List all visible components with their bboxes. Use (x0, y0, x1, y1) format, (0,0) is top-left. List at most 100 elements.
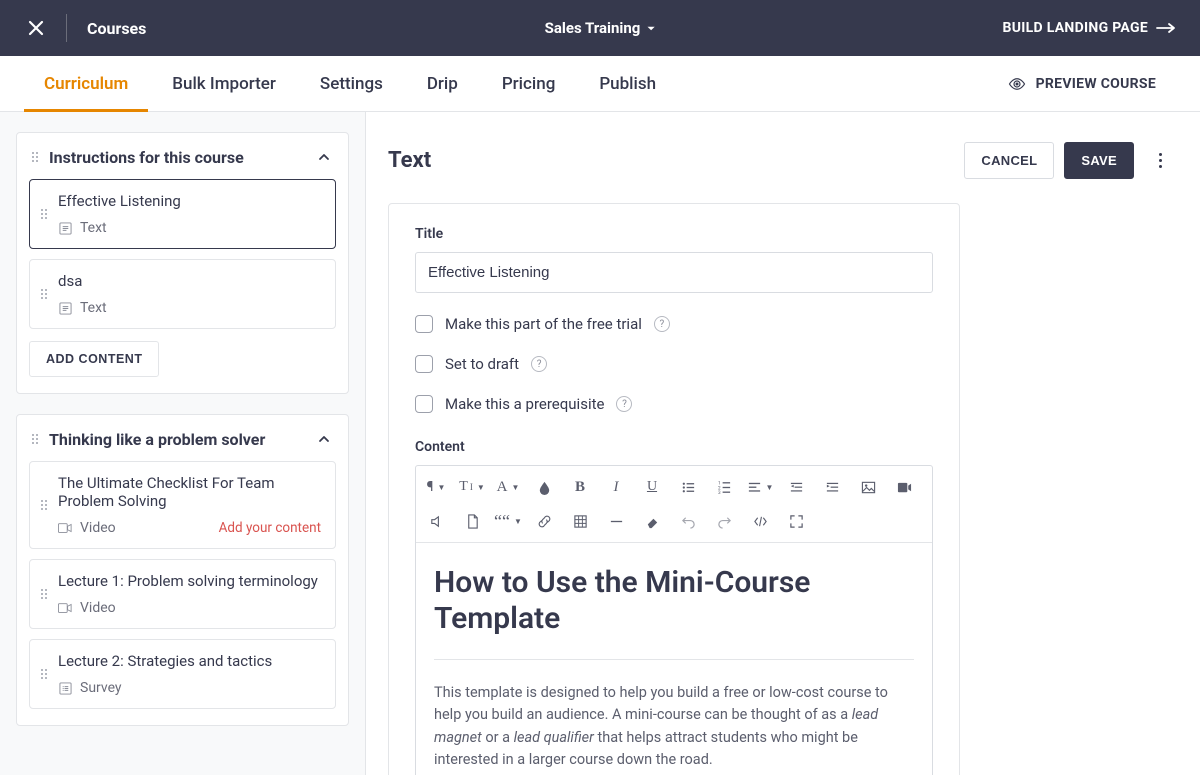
chapter-title: Instructions for this course (49, 148, 304, 167)
lesson-title: dsa (58, 272, 321, 290)
drag-handle-icon[interactable] (40, 272, 48, 316)
caret-down-icon (646, 24, 655, 33)
lesson-type: Video (80, 600, 116, 616)
video-tool[interactable] (886, 470, 922, 504)
eraser-tool[interactable] (634, 504, 670, 538)
lesson-title: Effective Listening (58, 192, 321, 210)
save-button[interactable]: SAVE (1064, 142, 1134, 179)
align-tool[interactable]: ▼ (742, 470, 778, 504)
build-landing-page-button[interactable]: BUILD LANDING PAGE (1003, 20, 1177, 36)
free-trial-checkbox[interactable] (415, 315, 433, 333)
lesson-title: Lecture 2: Strategies and tactics (58, 652, 321, 670)
lesson-form-panel: Title Make this part of the free trial ?… (388, 203, 960, 775)
tab-label: Settings (320, 74, 383, 94)
lesson-type: Survey (80, 680, 122, 696)
chevron-up-icon (318, 433, 330, 445)
preview-course-button[interactable]: PREVIEW COURSE (1008, 75, 1156, 93)
editor-heading: Text (388, 148, 431, 173)
rich-text-editor: ¶▼ TI▼ A▼ B I U 123 ▼ (415, 465, 933, 775)
text-type-icon (58, 221, 72, 235)
tab-label: Drip (427, 74, 458, 94)
chevron-up-icon (318, 151, 330, 163)
header-title: Courses (87, 19, 146, 38)
lesson-item[interactable]: The Ultimate Checklist For Team Problem … (29, 461, 336, 549)
font-family-tool[interactable]: A▼ (490, 470, 526, 504)
tab-label: Pricing (502, 74, 556, 94)
add-content-button[interactable]: ADD CONTENT (29, 341, 159, 377)
lesson-title: The Ultimate Checklist For Team Problem … (58, 474, 321, 510)
drag-handle-icon[interactable] (40, 572, 48, 616)
drag-handle-icon[interactable] (40, 652, 48, 696)
ol-tool[interactable]: 123 (706, 470, 742, 504)
file-tool[interactable] (454, 504, 490, 538)
tab-drip[interactable]: Drip (427, 56, 458, 111)
title-input[interactable] (415, 252, 933, 293)
tab-settings[interactable]: Settings (320, 56, 383, 111)
help-icon[interactable]: ? (616, 396, 632, 412)
image-tool[interactable] (850, 470, 886, 504)
prereq-label: Make this a prerequisite (445, 395, 604, 413)
content-hr (434, 659, 914, 660)
svg-text:3: 3 (717, 490, 720, 495)
tab-bulk-importer[interactable]: Bulk Importer (172, 56, 276, 111)
undo-tool[interactable] (670, 504, 706, 538)
drag-handle-icon[interactable] (31, 152, 39, 162)
code-tool[interactable] (742, 504, 778, 538)
quote-tool[interactable]: ““▼ (490, 504, 526, 538)
indent-tool[interactable] (814, 470, 850, 504)
text-type-icon (58, 301, 72, 315)
eye-icon (1008, 75, 1026, 93)
redo-tool[interactable] (706, 504, 742, 538)
lesson-item[interactable]: Effective Listening Text (29, 179, 336, 249)
editor-content-area[interactable]: How to Use the Mini-Course Template This… (416, 543, 932, 775)
drag-handle-icon[interactable] (40, 192, 48, 236)
collapse-toggle[interactable] (314, 429, 334, 449)
build-landing-label: BUILD LANDING PAGE (1003, 20, 1149, 36)
course-selector[interactable]: Sales Training (545, 19, 656, 37)
bold-tool[interactable]: B (562, 470, 598, 504)
fullscreen-tool[interactable] (778, 504, 814, 538)
color-tool[interactable] (526, 470, 562, 504)
content-paragraph: This template is designed to help you bu… (434, 682, 914, 772)
ul-tool[interactable] (670, 470, 706, 504)
lesson-editor-pane: Text CANCEL SAVE Title Make this part of… (366, 112, 1200, 775)
lesson-item[interactable]: Lecture 1: Problem solving terminology V… (29, 559, 336, 629)
arrow-right-icon (1156, 22, 1176, 34)
chapter-card: Thinking like a problem solver The Ultim… (16, 414, 349, 726)
draft-label: Set to draft (445, 355, 519, 373)
hr-tool[interactable] (598, 504, 634, 538)
outdent-tool[interactable] (778, 470, 814, 504)
audio-tool[interactable] (418, 504, 454, 538)
drag-handle-icon[interactable] (40, 474, 48, 536)
lesson-title: Lecture 1: Problem solving terminology (58, 572, 321, 590)
lesson-item[interactable]: Lecture 2: Strategies and tactics Survey (29, 639, 336, 709)
lesson-type: Text (80, 220, 107, 236)
underline-tool[interactable]: U (634, 470, 670, 504)
lesson-item[interactable]: dsa Text (29, 259, 336, 329)
lesson-type: Video (80, 520, 116, 536)
tab-pricing[interactable]: Pricing (502, 56, 556, 111)
course-name: Sales Training (545, 19, 641, 37)
more-menu-button[interactable] (1150, 151, 1170, 171)
tab-curriculum[interactable]: Curriculum (44, 56, 128, 111)
help-icon[interactable]: ? (654, 316, 670, 332)
tab-label: Publish (599, 74, 656, 94)
link-tool[interactable] (526, 504, 562, 538)
italic-tool[interactable]: I (598, 470, 634, 504)
collapse-toggle[interactable] (314, 147, 334, 167)
tab-publish[interactable]: Publish (599, 56, 656, 111)
curriculum-sidebar: Instructions for this course Effective L… (0, 112, 366, 775)
header-divider (66, 14, 67, 42)
table-tool[interactable] (562, 504, 598, 538)
close-button[interactable] (24, 20, 48, 36)
prereq-checkbox[interactable] (415, 395, 433, 413)
chapter-title: Thinking like a problem solver (49, 430, 304, 449)
font-size-tool[interactable]: TI▼ (454, 470, 490, 504)
content-label: Content (415, 439, 933, 455)
paragraph-tool[interactable]: ¶▼ (418, 470, 454, 504)
draft-checkbox[interactable] (415, 355, 433, 373)
help-icon[interactable]: ? (531, 356, 547, 372)
drag-handle-icon[interactable] (31, 434, 39, 444)
video-type-icon (58, 521, 72, 535)
cancel-button[interactable]: CANCEL (964, 142, 1054, 179)
